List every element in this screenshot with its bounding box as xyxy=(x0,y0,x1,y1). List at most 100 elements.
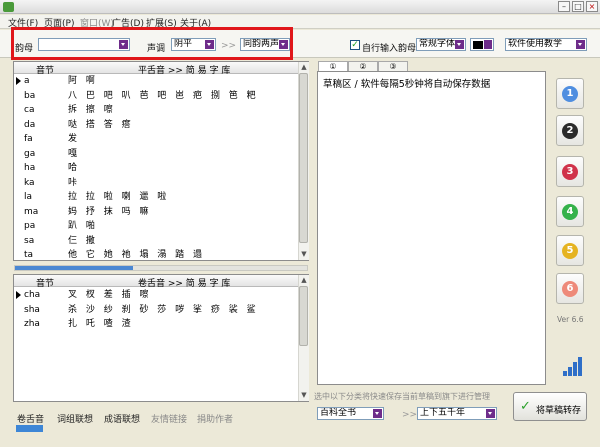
number-6-icon: 6 xyxy=(562,281,578,297)
minimize-button[interactable]: – xyxy=(558,1,570,12)
color-picker[interactable] xyxy=(470,38,494,51)
draft-button-2[interactable]: 2 xyxy=(556,115,584,146)
words: 妈 抒 抹 吗 嘛 xyxy=(68,206,152,217)
color-swatch xyxy=(473,41,483,49)
words: 嘎 xyxy=(68,148,81,159)
table-row[interactable]: ba 八 巴 吧 叭 芭 吧 岜 疤 捌 笆 粑 xyxy=(14,89,298,104)
category-select-value: 百科全书 xyxy=(320,408,357,418)
words: 拆 擦 嚓 xyxy=(68,105,116,115)
words: 哈 xyxy=(68,163,81,173)
table-row[interactable]: ga 嘎 xyxy=(14,147,298,162)
font-select-value: 常规字体 xyxy=(419,39,456,49)
syllable: ka xyxy=(24,177,35,188)
auto-input-checkbox[interactable]: ✓ xyxy=(350,40,360,50)
active-tab-indicator xyxy=(16,425,43,432)
highlight-box xyxy=(11,27,293,60)
words: 八 巴 吧 叭 芭 吧 岜 疤 捌 笆 粑 xyxy=(68,90,259,101)
syllable: ta xyxy=(24,250,34,260)
help-select[interactable]: 软件使用教学 xyxy=(505,38,587,51)
app-icon xyxy=(3,2,14,12)
auto-input-label: 自行输入韵母 xyxy=(362,44,417,54)
scroll-thumb[interactable] xyxy=(299,286,308,346)
scroll-up-icon[interactable]: ▲ xyxy=(299,62,309,72)
list-header: 音节 平舌音 >> 简 易 字 库 xyxy=(14,62,298,76)
words: 叉 杈 差 插 嚓 xyxy=(68,290,152,300)
chevron-down-icon xyxy=(484,40,492,49)
row-pointer-icon xyxy=(16,77,21,85)
check-icon: ✓ xyxy=(520,399,531,414)
table-row[interactable]: ca 拆 擦 嚓 xyxy=(14,103,298,118)
scrollbar[interactable]: ▲ ▼ xyxy=(298,62,309,260)
words: 扎 吒 喳 渣 xyxy=(68,319,134,329)
retroflex-list: 音节 卷舌音 >> 简 易 字 库 cha 叉 杈 差 插 嚓 sha 杀 沙 纱 … xyxy=(13,274,309,402)
table-row[interactable]: ta 他 它 她 祂 塌 溻 踏 遢 xyxy=(14,248,298,260)
table-row[interactable]: a阿 啊 xyxy=(14,74,298,89)
table-row[interactable]: ka 咔 xyxy=(14,176,298,191)
words: 杀 沙 纱 刹 砂 莎 哕 挲 痧 裟 鲨 xyxy=(68,304,259,315)
scroll-down-icon[interactable]: ▼ xyxy=(299,390,309,400)
tab-phrase-suggest[interactable]: 词组联想 xyxy=(57,412,93,425)
syllable: ba xyxy=(24,90,36,101)
category-select[interactable]: 百科全书 xyxy=(317,407,384,420)
draft-button-4[interactable]: 4 xyxy=(556,196,584,227)
table-row[interactable]: pa 趴 啪 xyxy=(14,219,298,234)
splitter-fill xyxy=(15,266,133,270)
editor-text: 草稿区 / 软件每隔5秒钟将自动保存数据 xyxy=(323,79,491,90)
table-row[interactable]: cha 叉 杈 差 插 嚓 xyxy=(14,288,298,303)
draft-button-3[interactable]: 3 xyxy=(556,156,584,187)
words: 拉 拉 啦 喇 邋 啦 xyxy=(68,192,170,202)
list-body: cha 叉 杈 差 插 嚓 sha 杀 沙 纱 刹 砂 莎 哕 挲 痧 裟 鲨 zh… xyxy=(14,288,298,400)
words: 哒 搭 答 瘩 xyxy=(68,119,134,130)
list-body: a 阿 啊 ba 八 巴 吧 叭 芭 吧 岜 疤 捌 笆 粑 ca 拆 擦 嚓 da 哒… xyxy=(14,74,298,260)
syllable: sha xyxy=(24,304,40,315)
chevron-down-icon xyxy=(576,40,585,49)
list-header: 音节 卷舌音 >> 简 易 字 库 xyxy=(14,275,298,289)
words: 趴 啪 xyxy=(68,221,98,231)
tab-donate[interactable]: 捐助作者 xyxy=(197,412,233,425)
syllable: ha xyxy=(24,163,36,173)
scroll-up-icon[interactable]: ▲ xyxy=(299,275,309,285)
syllable: cha xyxy=(24,290,41,300)
chevron-down-icon xyxy=(373,409,382,418)
syllable: la xyxy=(24,192,33,202)
splitter[interactable] xyxy=(14,265,308,271)
words: 阿 啊 xyxy=(68,76,98,86)
row-pointer-icon xyxy=(16,291,21,299)
table-row[interactable]: la 拉 拉 啦 喇 邋 啦 xyxy=(14,190,298,205)
number-5-icon: 5 xyxy=(562,243,578,259)
scroll-down-icon[interactable]: ▼ xyxy=(299,249,309,259)
subcategory-select[interactable]: 上下五千年 xyxy=(417,407,497,420)
table-row[interactable]: zha 扎 吒 喳 渣 xyxy=(14,317,298,332)
scroll-thumb[interactable] xyxy=(299,73,308,243)
tab-retroflex[interactable]: 卷舌音 xyxy=(17,412,44,425)
draft-button-1[interactable]: 1 xyxy=(556,78,584,109)
table-row[interactable]: sa 仨 撒 xyxy=(14,234,298,249)
tab-idiom-suggest[interactable]: 成语联想 xyxy=(104,412,140,425)
save-hint: 选中以下分类将快速保存当前草稿到旗下进行管理 xyxy=(314,392,490,401)
syllable: pa xyxy=(24,221,36,231)
signal-bars-icon xyxy=(563,357,583,377)
number-3-icon: 3 xyxy=(562,164,578,180)
scrollbar[interactable]: ▲ ▼ xyxy=(298,275,309,401)
draft-button-6[interactable]: 6 xyxy=(556,273,584,304)
table-row[interactable]: da 哒 搭 答 瘩 xyxy=(14,118,298,133)
tab-friend-links[interactable]: 友情链接 xyxy=(151,412,187,425)
version-label: Ver 6.6 xyxy=(557,315,584,324)
chevron-down-icon xyxy=(455,40,464,49)
syllable: a xyxy=(24,76,30,86)
close-button[interactable]: × xyxy=(586,1,598,12)
maximize-button[interactable]: □ xyxy=(572,1,584,12)
syllable: ca xyxy=(24,105,35,115)
number-1-icon: 1 xyxy=(562,86,578,102)
syllable: zha xyxy=(24,319,40,329)
table-row[interactable]: sha 杀 沙 纱 刹 砂 莎 哕 挲 痧 裟 鲨 xyxy=(14,303,298,318)
table-row[interactable]: fa 发 xyxy=(14,132,298,147)
table-row[interactable]: ma 妈 抒 抹 吗 嘛 xyxy=(14,205,298,220)
draft-editor[interactable]: 草稿区 / 软件每隔5秒钟将自动保存数据 xyxy=(317,71,546,385)
font-select[interactable]: 常规字体 xyxy=(416,38,466,51)
save-draft-button[interactable]: ✓ 将草稿转存 xyxy=(513,392,587,421)
save-draft-label: 将草稿转存 xyxy=(536,406,582,416)
draft-button-5[interactable]: 5 xyxy=(556,235,584,266)
help-select-value: 软件使用教学 xyxy=(508,39,563,49)
table-row[interactable]: ha 哈 xyxy=(14,161,298,176)
